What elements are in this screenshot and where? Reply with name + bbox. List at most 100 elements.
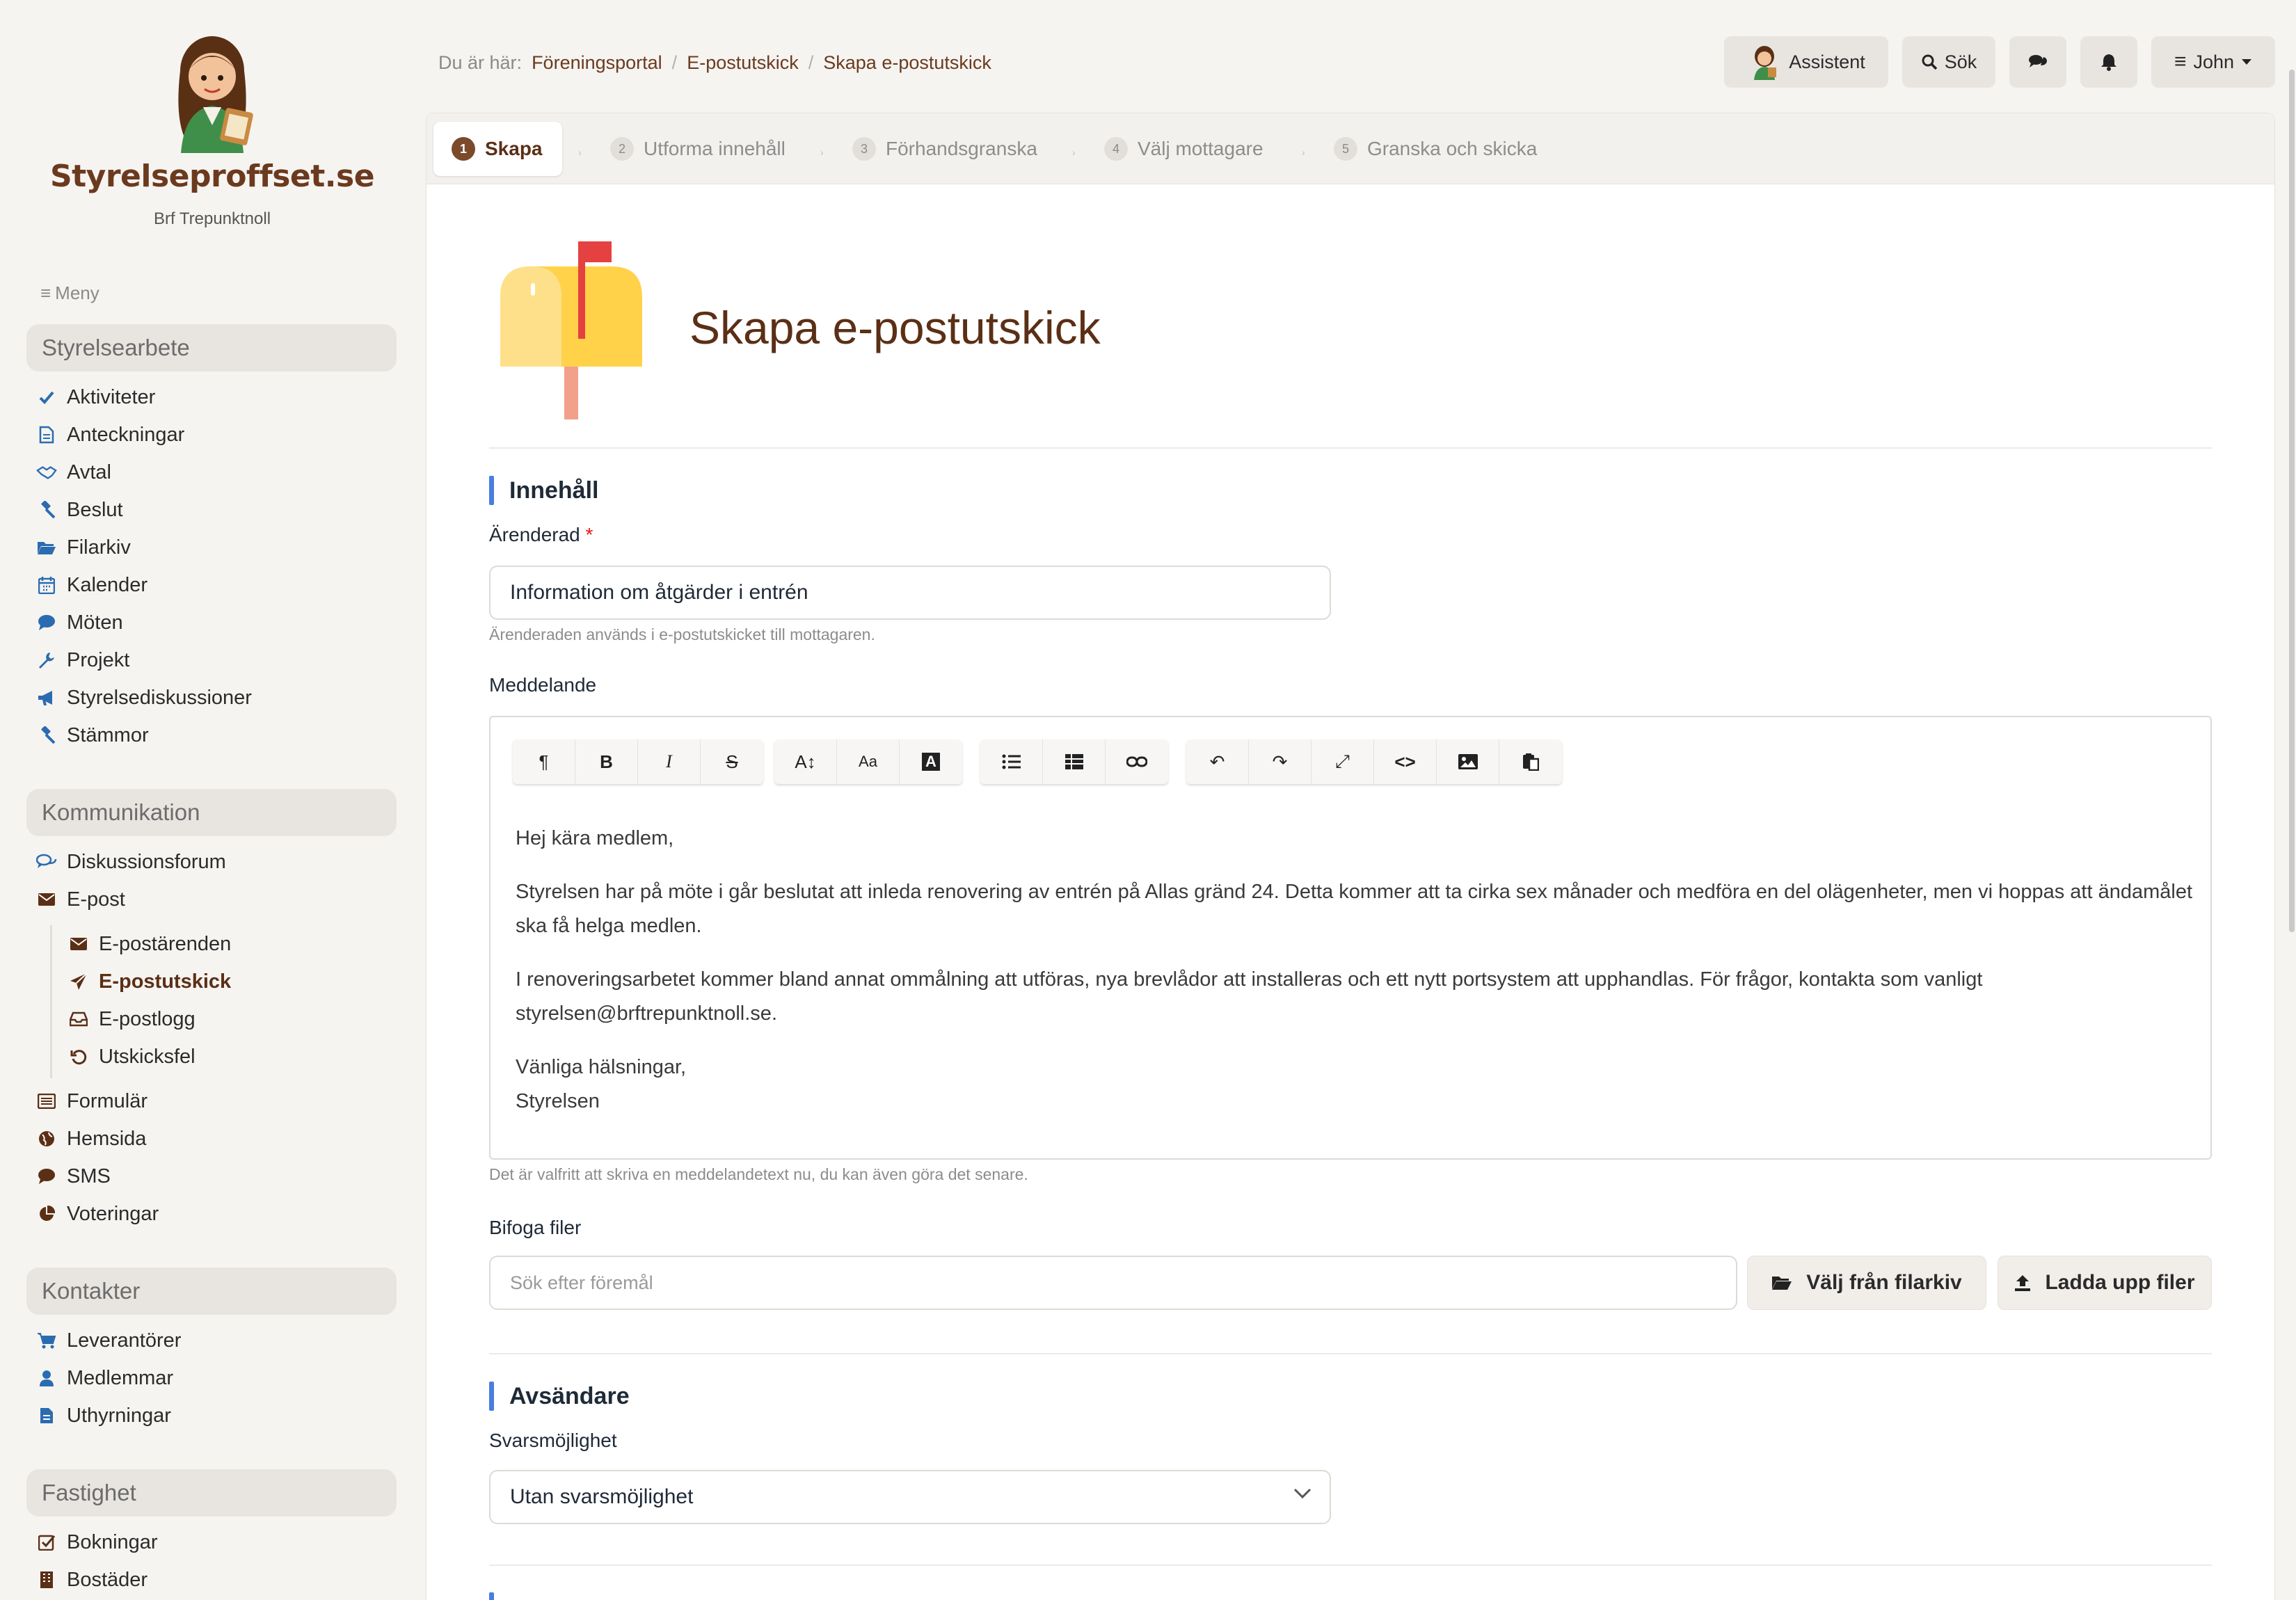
breadcrumb-prefix: Du är här: (438, 51, 523, 73)
paragraph-button[interactable]: ¶ (513, 739, 575, 784)
sidebar-item-hemsida[interactable]: Hemsida (36, 1123, 146, 1155)
sidebar-item-label: E-post (67, 888, 125, 911)
sidebar-item-filarkiv[interactable]: Filarkiv (36, 531, 131, 563)
sidebar-item-e-post[interactable]: E-post (36, 883, 125, 915)
sidebar-item-label: Avtal (67, 461, 111, 483)
sidebar-item-stammor[interactable]: Stämmor (36, 719, 149, 751)
comments-icon (36, 851, 57, 872)
search-icon (1922, 54, 1937, 70)
sidebar-item-projekt[interactable]: Projekt (36, 644, 129, 676)
sidebar-item-label: Bokningar (67, 1530, 158, 1553)
step-skapa[interactable]: 1 Skapa (433, 122, 562, 176)
code-view-button[interactable]: <> (1374, 739, 1437, 784)
comments-icon (2029, 55, 2047, 67)
sidebar-item-uthyrningar[interactable]: Uthyrningar (36, 1400, 171, 1432)
section-kommunikation[interactable]: Kommunikation (26, 789, 397, 836)
choose-from-archive-button[interactable]: Välj från filarkiv (1747, 1256, 1986, 1310)
breadcrumb-item[interactable]: Föreningsportal (532, 52, 662, 74)
sidebar-item-bokningar[interactable]: Bokningar (36, 1526, 158, 1558)
sidebar-item-styrelsediskussioner[interactable]: Styrelsediskussioner (36, 682, 252, 714)
table-icon (1065, 754, 1083, 769)
reply-option-select[interactable]: Utan svarsmöjlighet (489, 1470, 1331, 1524)
sidebar-item-sms[interactable]: SMS (36, 1160, 111, 1192)
section-accent-bar (489, 1592, 494, 1600)
step-granska-och-skicka[interactable]: 5 Granska och skicka (1334, 122, 1537, 176)
subject-input[interactable]: Information om åtgärder i entrén (489, 566, 1331, 620)
sidebar-item-label: Voteringar (67, 1202, 159, 1225)
sidebar-item-leverantorer[interactable]: Leverantörer (36, 1325, 181, 1357)
sidebar-item-bostader[interactable]: Bostäder (36, 1564, 148, 1596)
link-button[interactable] (1106, 739, 1168, 784)
sidebar-item-label: Utskicksfel (99, 1045, 196, 1068)
sidebar-item-e-postarenden[interactable]: E-postärenden (68, 928, 231, 960)
table-button[interactable] (1043, 739, 1106, 784)
logo[interactable]: Styrelseproffset.se Brf Trepunktnoll (0, 28, 424, 229)
text-color-button[interactable]: A (900, 739, 962, 784)
messages-button[interactable] (2009, 36, 2066, 88)
section-styrelsearbete[interactable]: Styrelsearbete (26, 324, 397, 371)
paste-button[interactable] (1499, 739, 1562, 784)
user-menu-button[interactable]: ≡ John (2151, 36, 2275, 88)
page-title: Skapa e-postutskick (689, 302, 1101, 353)
insert-image-button[interactable] (1437, 739, 1499, 784)
upload-icon (2015, 1275, 2031, 1291)
sidebar-item-beslut[interactable]: Beslut (36, 494, 123, 526)
step-utforma-innehall[interactable]: 2 Utforma innehåll (610, 122, 786, 176)
sidebar-item-moten[interactable]: Möten (36, 607, 123, 639)
list-alt-icon (36, 1091, 57, 1112)
section-accent-bar (489, 476, 494, 505)
assistant-button[interactable]: Assistent (1724, 36, 1888, 88)
page-scrollbar[interactable] (2289, 70, 2295, 932)
expand-icon: ⤢ (1335, 751, 1350, 771)
list-icon (1002, 754, 1021, 769)
message-body[interactable]: Hej kära medlem, Styrelsen har på möte i… (516, 822, 2192, 1119)
bell-icon (2101, 54, 2116, 71)
sidebar-item-e-postutskick[interactable]: E-postutskick (68, 966, 231, 998)
sidebar-item-formular[interactable]: Formulär (36, 1085, 148, 1117)
subject-help-text: Ärenderaden används i e-postutskicket ti… (489, 625, 875, 643)
menu-toggle[interactable]: ≡ Meny (40, 282, 99, 304)
font-size-icon: A↕ (795, 751, 816, 772)
sidebar-item-e-postlogg[interactable]: E-postlogg (68, 1003, 196, 1035)
breadcrumb-item[interactable]: E-postutskick (687, 52, 799, 74)
step-valj-mottagare[interactable]: 4 Välj mottagare (1104, 122, 1263, 176)
section-fastighet[interactable]: Fastighet (26, 1469, 397, 1517)
sidebar-item-label: Diskussionsforum (67, 850, 226, 873)
font-size-button[interactable]: A↕ (774, 739, 837, 784)
sidebar-item-avtal[interactable]: Avtal (36, 456, 111, 488)
italic-icon: I (666, 751, 672, 771)
step-label: Förhandsgranska (886, 138, 1037, 159)
bold-button[interactable]: B (575, 739, 638, 784)
strikethrough-button[interactable]: S (701, 739, 763, 784)
sidebar-item-kalender[interactable]: Kalender (36, 569, 148, 601)
step-forhandsgranska[interactable]: 3 Förhandsgranska (852, 122, 1037, 176)
notifications-button[interactable] (2080, 36, 2137, 88)
redo-button[interactable]: ↷ (1249, 739, 1312, 784)
step-number: 2 (610, 137, 634, 161)
section-kontakter[interactable]: Kontakter (26, 1267, 397, 1315)
sidebar-item-label: Filarkiv (67, 536, 131, 559)
sidebar-item-diskussionsforum[interactable]: Diskussionsforum (36, 846, 226, 878)
sidebar-item-medlemmar[interactable]: Medlemmar (36, 1362, 173, 1394)
link-icon (1126, 756, 1147, 767)
breadcrumb-separator: / (671, 51, 678, 73)
search-button[interactable]: Sök (1902, 36, 1995, 88)
section-title-innehall: Innehåll (489, 475, 598, 506)
attach-search-input[interactable]: Sök efter föremål (489, 1256, 1737, 1310)
fullscreen-button[interactable]: ⤢ (1312, 739, 1374, 784)
globe-icon (36, 1128, 57, 1149)
section-accent-bar (489, 1382, 494, 1411)
sidebar-item-voteringar[interactable]: Voteringar (36, 1198, 159, 1230)
bullet-list-button[interactable] (980, 739, 1043, 784)
sidebar-item-aktiviteter[interactable]: Aktiviteter (36, 381, 155, 413)
envelope-icon (68, 934, 89, 954)
italic-button[interactable]: I (638, 739, 701, 784)
sidebar-item-anteckningar[interactable]: Anteckningar (36, 419, 184, 451)
sidebar-item-utskicksfel[interactable]: Utskicksfel (68, 1041, 196, 1073)
sidebar-item-label: Uthyrningar (67, 1404, 171, 1427)
undo-button[interactable]: ↶ (1186, 739, 1249, 784)
font-case-button[interactable]: Aa (837, 739, 900, 784)
choose-from-archive-label: Välj från filarkiv (1806, 1271, 1962, 1294)
message-editor[interactable]: ¶ B I S A↕ Aa A ↶ ↷ ⤢ <> Hej kära medlem… (489, 716, 2212, 1160)
upload-files-button[interactable]: Ladda upp filer (1998, 1256, 2212, 1310)
